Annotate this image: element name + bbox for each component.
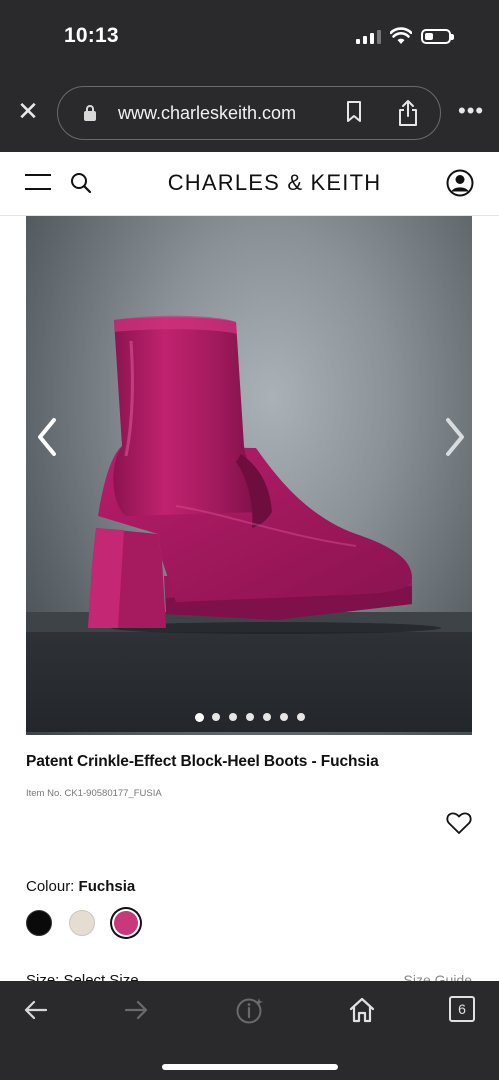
tab-count: 6 [458, 1001, 466, 1017]
swatch-fuchsia[interactable] [114, 911, 138, 935]
account-icon[interactable] [446, 169, 474, 197]
browser-chrome: 10:13 ✕ www.charleskeith.com ••• [0, 0, 499, 152]
battery-icon [421, 29, 454, 44]
colour-value: Fuchsia [78, 878, 136, 895]
gallery-dot[interactable] [229, 713, 237, 721]
home-indicator [162, 1064, 338, 1070]
colour-selection-label: Colour: Fuchsia [26, 878, 135, 895]
gallery-dot[interactable] [280, 713, 288, 721]
wifi-icon [390, 27, 412, 44]
gallery-dot[interactable] [297, 713, 305, 721]
share-icon[interactable] [396, 99, 420, 127]
item-number: Item No. CK1-90580177_FUSIA [26, 788, 162, 799]
swatch-black[interactable] [26, 910, 52, 936]
brand-logo[interactable]: CHARLES & KEITH [0, 170, 499, 196]
page-info-icon[interactable] [236, 996, 264, 1024]
product-title: Patent Crinkle-Effect Block-Heel Boots -… [26, 753, 379, 770]
swatch-beige[interactable] [69, 910, 95, 936]
url-text[interactable]: www.charleskeith.com [118, 103, 296, 124]
product-image-gallery[interactable] [26, 216, 472, 735]
gallery-dot[interactable] [196, 713, 203, 721]
product-image [88, 315, 441, 634]
gallery-dot[interactable] [263, 713, 271, 721]
colour-label: Colour: [26, 878, 75, 895]
gallery-dot[interactable] [212, 713, 220, 721]
cellular-signal-icon [356, 30, 381, 44]
gallery-pagination [196, 713, 305, 721]
forward-arrow-icon[interactable] [122, 996, 150, 1024]
address-bar[interactable]: www.charleskeith.com [57, 86, 441, 140]
gallery-dot[interactable] [246, 713, 254, 721]
back-arrow-icon[interactable] [22, 996, 50, 1024]
more-options-icon[interactable]: ••• [458, 100, 484, 122]
tabs-icon[interactable]: 6 [449, 996, 475, 1022]
status-time: 10:13 [64, 24, 119, 47]
previous-image-arrow-icon[interactable] [34, 416, 62, 458]
bookmark-icon[interactable] [346, 101, 362, 123]
next-image-arrow-icon[interactable] [440, 416, 468, 458]
wishlist-heart-icon[interactable] [446, 811, 472, 835]
home-icon[interactable] [348, 996, 376, 1024]
close-icon[interactable]: ✕ [16, 98, 40, 124]
site-header: CHARLES & KEITH [0, 152, 499, 216]
lock-icon [84, 105, 96, 121]
